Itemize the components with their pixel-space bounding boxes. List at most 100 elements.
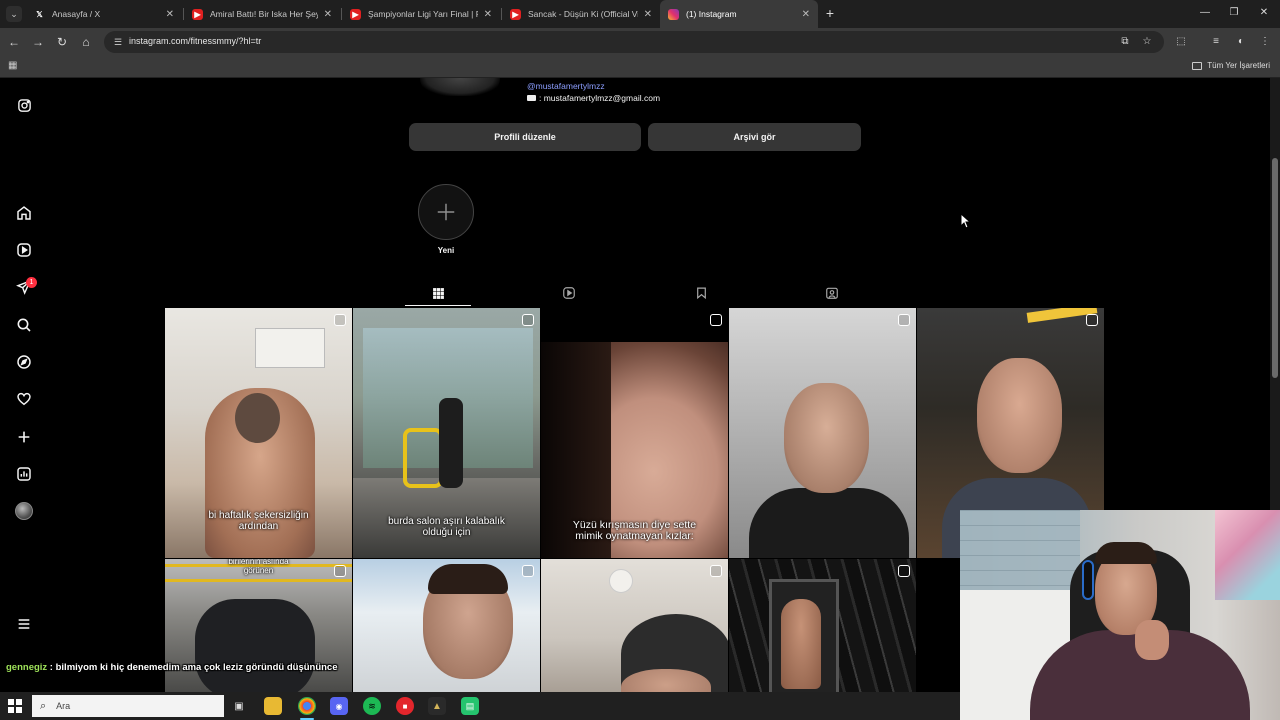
profile-email: : mustafamertylmzz@gmail.com	[527, 93, 660, 103]
tab-youtube-sampiyonlar[interactable]: ▶ Şampiyonlar Ligi Yarı Final | PSG ✕	[342, 0, 500, 28]
tab-title: Anasayfa / X	[52, 9, 101, 19]
spotify-icon[interactable]: ≋	[363, 697, 381, 715]
reels-icon[interactable]	[14, 240, 34, 260]
post-tile[interactable]: burda salon aşırı kalabalık olduğu için	[353, 308, 540, 558]
menu-icon[interactable]	[14, 614, 34, 634]
create-icon[interactable]	[14, 427, 34, 447]
bookmark-star-icon[interactable]: ☆	[1140, 35, 1154, 49]
url-text[interactable]: instagram.com/fitnessmmy/?hl=tr	[129, 36, 261, 46]
post-tile[interactable]	[541, 559, 728, 692]
post-tile[interactable]	[729, 308, 916, 558]
site-info-icon[interactable]: ☰	[111, 35, 125, 49]
dashboard-icon[interactable]	[14, 464, 34, 484]
profile-picture[interactable]	[420, 78, 500, 96]
instagram-logo-icon[interactable]	[14, 95, 34, 115]
webcam-detail	[1215, 510, 1280, 600]
posts-grid-tab-icon[interactable]	[429, 284, 447, 302]
x-logo-icon: 𝕏	[36, 9, 43, 19]
webcam-detail	[1135, 620, 1169, 660]
tab-instagram[interactable]: (1) Instagram ✕	[660, 0, 818, 28]
forward-arrow-icon[interactable]: →	[30, 34, 46, 50]
post-tile[interactable]: bi haftalık şekersizliğin ardından	[165, 308, 352, 558]
post-image-detail	[784, 383, 869, 493]
reel-indicator-icon	[710, 565, 722, 577]
post-image-detail	[403, 428, 443, 488]
app-green-icon[interactable]: ▤	[461, 697, 479, 715]
post-tile[interactable]	[353, 559, 540, 692]
restore-icon[interactable]: ❐	[1227, 6, 1241, 20]
app-red-icon[interactable]: ■	[396, 697, 414, 715]
reel-indicator-icon	[1086, 314, 1098, 326]
file-explorer-icon[interactable]	[264, 697, 282, 715]
tab-title: Şampiyonlar Ligi Yarı Final | PSG	[368, 9, 478, 19]
reel-indicator-icon	[710, 314, 722, 326]
profile-browser-icon[interactable]: ◐	[1233, 34, 1249, 50]
edit-profile-button[interactable]: Profili düzenle	[409, 123, 641, 151]
media-control-icon[interactable]: ≡	[1208, 34, 1224, 50]
chat-username: gennegiz	[6, 662, 48, 673]
home-browser-icon[interactable]: ⌂	[78, 34, 94, 50]
tab-youtube-amiral[interactable]: ▶ Amiral Battı! Bir Iska Her Şeyi B ✕	[184, 0, 340, 28]
window-close-icon[interactable]: ✕	[1257, 6, 1271, 20]
new-tab-button[interactable]: +	[822, 6, 838, 22]
post-image-detail	[609, 569, 633, 593]
extensions-icon[interactable]: ⬚	[1173, 34, 1189, 50]
post-image-detail	[749, 488, 909, 558]
windows-start-icon[interactable]	[8, 699, 22, 713]
close-icon[interactable]: ✕	[166, 9, 174, 20]
profile-avatar[interactable]	[15, 502, 33, 520]
email-text: : mustafamertylmzz@gmail.com	[539, 93, 661, 103]
all-bookmarks-button[interactable]: Tüm Yer İşaretleri	[1192, 61, 1270, 70]
close-icon[interactable]: ✕	[484, 9, 492, 20]
envelope-icon	[527, 95, 536, 101]
view-archive-button[interactable]: Arşivi gör	[648, 123, 861, 151]
post-caption: burda salon aşırı kalabalık olduğu için	[388, 516, 505, 538]
browser-tab-strip: ⌄ 𝕏 Anasayfa / X ✕ ▶ Amiral Battı! Bir I…	[0, 0, 1280, 28]
post-image-detail	[235, 393, 280, 443]
tab-x[interactable]: 𝕏 Anasayfa / X ✕	[26, 0, 182, 28]
saved-tab-icon[interactable]	[692, 284, 710, 302]
app-launcher-icon[interactable]: ▲	[428, 697, 446, 715]
post-caption: bi haftalık şekersizliğin ardından	[208, 510, 309, 532]
explore-icon[interactable]	[14, 352, 34, 372]
youtube-logo-icon: ▶	[350, 8, 361, 20]
close-icon[interactable]: ✕	[324, 9, 332, 20]
back-arrow-icon[interactable]: ←	[6, 34, 22, 50]
chrome-icon[interactable]	[298, 697, 316, 720]
tab-search-button[interactable]: ⌄	[6, 6, 22, 22]
reload-icon[interactable]: ↻	[54, 34, 70, 50]
webcam-detail	[1095, 542, 1157, 564]
heart-icon[interactable]	[14, 389, 34, 409]
webcam-detail	[960, 510, 1080, 600]
youtube-logo-icon: ▶	[510, 8, 521, 20]
task-view-icon[interactable]: ▣	[230, 697, 248, 715]
home-icon[interactable]	[14, 203, 34, 223]
windows-taskbar: ⌕ Ara ▣ ◉ ≋ ■ ▲ ▤	[0, 692, 960, 720]
new-highlight-button[interactable]	[418, 184, 474, 240]
instagram-logo-icon	[668, 8, 679, 20]
close-icon[interactable]: ✕	[644, 9, 652, 20]
post-image-detail	[781, 599, 821, 689]
tagged-tab-icon[interactable]	[823, 284, 841, 302]
post-tile[interactable]	[729, 559, 916, 692]
address-bar[interactable]: ☰ instagram.com/fitnessmmy/?hl=tr ⧉ ☆	[104, 31, 1164, 53]
discord-icon[interactable]: ◉	[330, 697, 348, 715]
more-menu-icon[interactable]: ⋮	[1257, 34, 1273, 50]
install-app-icon[interactable]: ⧉	[1118, 35, 1132, 49]
apps-grid-icon[interactable]: ▦	[8, 60, 20, 72]
search-icon[interactable]	[14, 315, 34, 335]
close-icon[interactable]: ✕	[802, 9, 810, 20]
tab-youtube-sancak[interactable]: ▶ Sancak - Düşün Ki (Official Vide ✕	[502, 0, 660, 28]
stream-chat-message: gennegiz : bilmiyom ki hiç denemedim ama…	[6, 662, 338, 673]
bookmarks-bar: ▦ Tüm Yer İşaretleri	[0, 56, 1280, 78]
scrollbar-thumb[interactable]	[1272, 158, 1278, 378]
post-caption: Yüzü kırışmasın diye sette mimik oynatma…	[572, 519, 697, 542]
profile-handle-link[interactable]: @mustafamertylmzz	[527, 81, 605, 91]
minimize-icon[interactable]: —	[1198, 6, 1212, 20]
reels-tab-icon[interactable]	[560, 284, 578, 302]
notification-badge: 1	[26, 277, 37, 288]
post-tile[interactable]: Yüzü kırışmasın diye sette mimik oynatma…	[541, 308, 728, 558]
taskbar-search-box[interactable]: ⌕ Ara	[32, 695, 224, 717]
tab-title: (1) Instagram	[686, 9, 737, 19]
chat-message-text: : bilmiyom ki hiç denemedim ama çok lezi…	[47, 662, 338, 673]
